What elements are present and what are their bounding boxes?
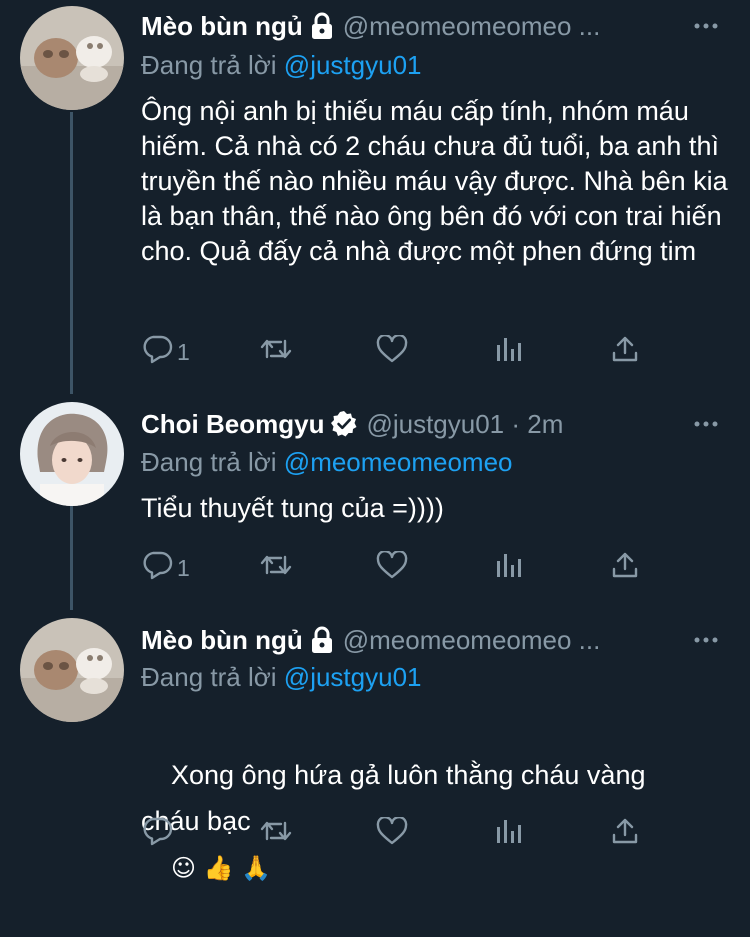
share-icon (611, 817, 639, 851)
tweet[interactable]: Choi Beomgyu @justgyu01 · 2m Đang trả lờ… (0, 390, 750, 610)
like-button[interactable] (376, 549, 436, 585)
tweet[interactable]: Mèo bùn ngủ @meomeomeomeo ... Đang trả l… (0, 610, 750, 882)
tweet-text: Ông nội anh bị thiếu máu cấp tính, nhóm … (141, 96, 736, 266)
more-options-icon[interactable] (686, 622, 726, 658)
reply-icon (141, 334, 173, 370)
analytics-icon (494, 551, 522, 585)
reply-mention-link[interactable]: @justgyu01 (284, 662, 422, 692)
like-button[interactable] (376, 333, 436, 369)
share-button[interactable] (611, 551, 671, 585)
reply-button[interactable] (141, 816, 201, 852)
heart-icon (376, 333, 408, 369)
reply-button[interactable]: 1 (141, 334, 201, 370)
more-options-icon[interactable] (686, 406, 726, 442)
more-options-icon[interactable] (686, 8, 726, 44)
analytics-icon (494, 335, 522, 369)
action-bar: 1 (141, 548, 671, 588)
retweet-button[interactable] (259, 335, 319, 369)
analytics-button[interactable] (494, 817, 554, 851)
analytics-button[interactable] (494, 551, 554, 585)
avatar[interactable] (20, 402, 124, 506)
tweet[interactable]: Mèo bùn ngủ @meomeomeomeo ... Đang trả l… (0, 0, 750, 390)
share-button[interactable] (611, 817, 671, 851)
heart-icon (376, 549, 408, 585)
reply-count: 1 (177, 554, 190, 581)
replying-prefix: Đang trả lời (141, 662, 277, 692)
like-button[interactable] (376, 815, 436, 851)
reply-button[interactable]: 1 (141, 550, 201, 586)
action-bar (141, 814, 671, 854)
replying-to: Đang trả lời @meomeomeomeo (141, 447, 513, 478)
action-bar: 1 (141, 332, 671, 372)
display-name[interactable]: Choi Beomgyu (141, 409, 324, 440)
tweet-text: Tiểu thuyết tung của =)))) (141, 493, 444, 523)
retweet-icon (259, 551, 293, 585)
tweet-header: Mèo bùn ngủ @meomeomeomeo ... (141, 622, 600, 658)
avatar[interactable] (20, 6, 124, 110)
replying-to: Đang trả lời @justgyu01 (141, 50, 422, 81)
handle[interactable]: @meomeomeomeo ... (343, 625, 601, 656)
retweet-button[interactable] (259, 551, 319, 585)
handle[interactable]: @meomeomeomeo ... (343, 11, 601, 42)
lock-icon (309, 626, 335, 654)
retweet-icon (259, 817, 293, 851)
analytics-icon (494, 817, 522, 851)
share-icon (611, 551, 639, 585)
reply-icon (141, 816, 173, 852)
reply-mention-link[interactable]: @meomeomeomeo (284, 447, 513, 477)
retweet-button[interactable] (259, 817, 319, 851)
display-name[interactable]: Mèo bùn ngủ (141, 11, 303, 42)
replying-prefix: Đang trả lời (141, 50, 277, 80)
replying-to: Đang trả lời @justgyu01 (141, 662, 422, 693)
tweet-header: Choi Beomgyu @justgyu01 · 2m (141, 406, 563, 442)
display-name[interactable]: Mèo bùn ngủ (141, 625, 303, 656)
retweet-icon (259, 335, 293, 369)
replying-prefix: Đang trả lời (141, 447, 277, 477)
avatar[interactable] (20, 618, 124, 722)
share-button[interactable] (611, 335, 671, 369)
analytics-button[interactable] (494, 335, 554, 369)
heart-icon (376, 815, 408, 851)
reply-mention-link[interactable]: @justgyu01 (284, 50, 422, 80)
lock-icon (309, 12, 335, 40)
reply-icon (141, 550, 173, 586)
verified-icon (330, 410, 358, 438)
handle-and-time[interactable]: @justgyu01 · 2m (366, 409, 563, 440)
tweet-emojis: ☺ 👍 🙏 (171, 854, 272, 882)
tweet-header: Mèo bùn ngủ @meomeomeomeo ... (141, 8, 600, 44)
share-icon (611, 335, 639, 369)
reply-count: 1 (177, 338, 190, 365)
